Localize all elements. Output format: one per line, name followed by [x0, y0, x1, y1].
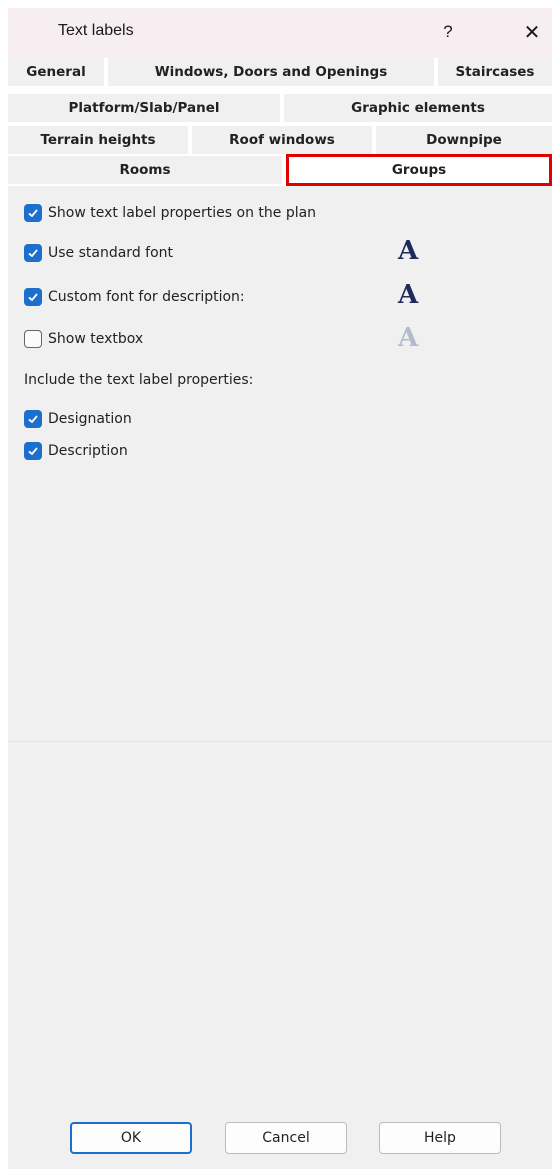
footer-divider — [8, 741, 552, 742]
option-designation[interactable]: Designation — [24, 408, 132, 430]
checkbox-checked-icon[interactable] — [24, 442, 42, 460]
option-show-properties[interactable]: Show text label properties on the plan — [24, 202, 316, 224]
checkbox-checked-icon[interactable] — [24, 410, 42, 428]
title-bar: Text labels ? ✕ — [8, 8, 552, 58]
tab-rooms[interactable]: Rooms — [8, 156, 282, 184]
checkbox-unchecked-icon[interactable] — [24, 330, 42, 348]
tab-row-1: General Windows, Doors and Openings Stai… — [8, 58, 552, 86]
ok-button[interactable]: OK — [70, 1122, 192, 1154]
textbox-font-picker-icon: A — [398, 323, 419, 353]
close-icon[interactable]: ✕ — [512, 16, 552, 48]
option-label: Show textbox — [48, 331, 144, 347]
tab-row-3: Terrain heights Roof windows Downpipe — [8, 126, 552, 154]
tab-platform-slab-panel[interactable]: Platform/Slab/Panel — [8, 94, 280, 122]
tab-row-4: Rooms Groups — [8, 154, 552, 186]
checkbox-checked-icon[interactable] — [24, 244, 42, 262]
tab-groups[interactable]: Groups — [286, 154, 552, 186]
tab-row-2: Platform/Slab/Panel Graphic elements — [8, 94, 552, 122]
tab-downpipe[interactable]: Downpipe — [376, 126, 552, 154]
option-standard-font[interactable]: Use standard font — [24, 242, 173, 264]
cancel-button[interactable]: Cancel — [225, 1122, 347, 1154]
option-label: Description — [48, 443, 128, 459]
option-label: Custom font for description: — [48, 289, 245, 305]
tab-terrain-heights[interactable]: Terrain heights — [8, 126, 188, 154]
groups-panel: Show text label properties on the plan U… — [8, 186, 552, 1169]
checkbox-checked-icon[interactable] — [24, 204, 42, 222]
window-title: Text labels — [58, 22, 134, 39]
tab-roof-windows[interactable]: Roof windows — [192, 126, 372, 154]
option-show-textbox[interactable]: Show textbox — [24, 328, 143, 350]
tab-staircases[interactable]: Staircases — [438, 58, 552, 86]
option-label: Use standard font — [48, 245, 174, 261]
description-font-picker-icon[interactable]: A — [398, 280, 418, 310]
help-icon[interactable]: ? — [430, 16, 466, 48]
tab-general[interactable]: General — [8, 58, 104, 86]
font-picker-icon[interactable]: A — [398, 236, 418, 266]
tab-windows-doors-openings[interactable]: Windows, Doors and Openings — [108, 58, 434, 86]
checkbox-checked-icon[interactable] — [24, 288, 42, 306]
include-properties-heading: Include the text label properties: — [24, 372, 254, 388]
tab-graphic-elements[interactable]: Graphic elements — [284, 94, 552, 122]
option-label: Designation — [48, 411, 132, 427]
option-label: Show text label properties on the plan — [48, 205, 317, 221]
help-button[interactable]: Help — [379, 1122, 501, 1154]
option-description[interactable]: Description — [24, 440, 128, 462]
option-custom-font[interactable]: Custom font for description: — [24, 286, 245, 308]
